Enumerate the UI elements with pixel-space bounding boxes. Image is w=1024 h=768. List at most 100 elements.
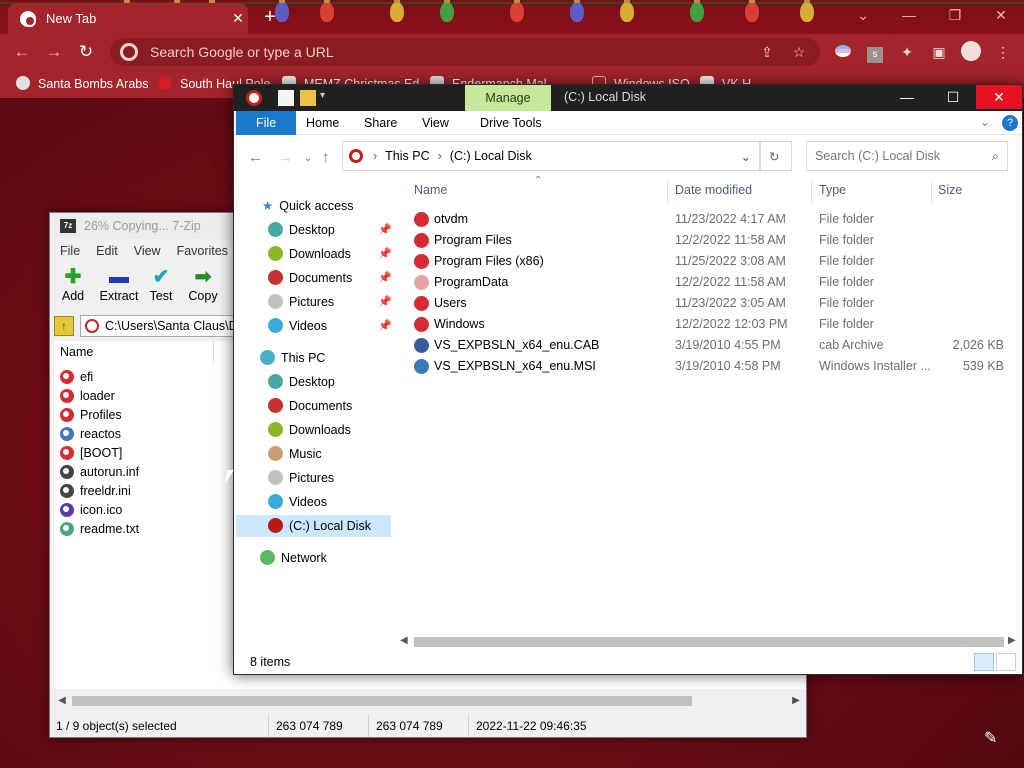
forward-icon[interactable]: → xyxy=(40,38,68,66)
breadcrumb-local-disk[interactable]: (C:) Local Disk xyxy=(450,149,532,163)
nav-item[interactable]: Desktop xyxy=(268,219,335,241)
ribbon-tab-view[interactable]: View xyxy=(408,111,463,135)
recent-locations-icon[interactable]: ⌄ xyxy=(304,153,312,164)
menu-favorites[interactable]: Favorites xyxy=(177,244,228,258)
tab-search-icon[interactable]: ⌄ xyxy=(840,0,886,30)
table-row[interactable]: Windows 12/2/2022 12:03 PM File folder xyxy=(412,314,1012,335)
bookmark-item[interactable]: Santa Bombs Arabs xyxy=(16,76,148,91)
table-row[interactable]: otvdm 11/23/2022 4:17 AM File folder xyxy=(412,209,1012,230)
list-item[interactable]: readme.txt xyxy=(60,519,139,538)
table-row[interactable]: VS_EXPBSLN_x64_enu.MSI 3/19/2010 4:58 PM W… xyxy=(412,356,1012,377)
ribbon-expand-icon[interactable]: ⌄ xyxy=(980,115,990,129)
nav-item[interactable]: Music xyxy=(268,443,322,465)
nav-item[interactable]: Documents xyxy=(268,395,352,417)
explorer-close-icon[interactable]: ✕ xyxy=(976,85,1022,109)
pencil-icon[interactable]: ✎ xyxy=(984,728,997,748)
new-folder-icon[interactable] xyxy=(300,90,316,106)
tab-new-tab[interactable]: New Tab ✕ xyxy=(8,3,248,34)
refresh-icon[interactable]: ↻ xyxy=(760,141,792,171)
column-header-size[interactable]: Size xyxy=(938,183,962,205)
explorer-maximize-icon[interactable]: ☐ xyxy=(930,85,976,109)
side-panel-icon[interactable]: ▣ xyxy=(928,41,950,63)
details-view-icon[interactable] xyxy=(974,653,994,671)
reload-icon[interactable]: ↻ xyxy=(72,38,100,66)
nav-item[interactable]: (C:) Local Disk xyxy=(236,515,391,537)
explorer-titlebar[interactable]: ▾ Manage (C:) Local Disk — ☐ ✕ xyxy=(234,85,1022,111)
extension-s-icon[interactable]: s xyxy=(864,41,886,63)
ribbon-tab-drive-tools[interactable]: Drive Tools xyxy=(466,111,556,135)
back-arrow-icon[interactable]: ← xyxy=(248,149,263,166)
extension-flag-icon[interactable] xyxy=(832,41,854,63)
close-button[interactable]: ✕ xyxy=(978,0,1024,30)
ribbon-tab-share[interactable]: Share xyxy=(350,111,411,135)
extensions-puzzle-icon[interactable]: ✦ xyxy=(896,41,918,63)
tab-close-icon[interactable]: ✕ xyxy=(228,10,248,27)
list-item[interactable]: freeldr.ini xyxy=(60,481,131,500)
ribbon-tab-file[interactable]: File xyxy=(236,111,297,135)
table-row[interactable]: Program Files (x86) 11/25/2022 3:08 AM Fil… xyxy=(412,251,1012,272)
explorer-hscrollbar[interactable]: ◀ ▶ xyxy=(400,635,1020,649)
minimize-button[interactable]: — xyxy=(886,0,932,30)
column-header-name[interactable]: Name xyxy=(414,183,447,205)
folder-up-icon[interactable]: ↑ xyxy=(54,316,74,336)
column-header-type[interactable]: Type xyxy=(819,183,846,205)
bookmark-star-icon[interactable]: ☆ xyxy=(788,44,810,61)
search-box[interactable]: Search (C:) Local Disk ⌕ xyxy=(806,141,1008,171)
address-dropdown-icon[interactable]: ⌄ xyxy=(741,149,751,164)
ribbon-tab-home[interactable]: Home xyxy=(292,111,353,135)
manage-tab[interactable]: Manage xyxy=(465,85,551,111)
omnibox[interactable]: Search Google or type a URL ⇪ ☆ xyxy=(110,38,820,66)
test-button[interactable]: ✔ Test xyxy=(138,265,184,309)
up-arrow-icon[interactable]: ↑ xyxy=(322,149,330,166)
menu-view[interactable]: View xyxy=(134,244,161,258)
large-icons-view-icon[interactable] xyxy=(996,653,1016,671)
nav-item[interactable]: Pictures xyxy=(268,291,334,313)
menu-edit[interactable]: Edit xyxy=(96,244,118,258)
nav-item[interactable]: Downloads xyxy=(268,419,351,441)
list-item[interactable]: loader xyxy=(60,386,115,405)
scroll-left-icon[interactable]: ◀ xyxy=(54,693,70,709)
nav-item[interactable]: Desktop xyxy=(268,371,335,393)
profile-avatar-icon[interactable] xyxy=(960,41,982,63)
nav-this-pc[interactable]: This PC xyxy=(260,347,325,369)
nav-item[interactable]: Pictures xyxy=(268,467,334,489)
forward-arrow-icon[interactable]: → xyxy=(278,149,293,166)
share-icon[interactable]: ⇪ xyxy=(756,44,778,61)
back-icon[interactable]: ← xyxy=(8,38,36,66)
nav-item[interactable]: Videos xyxy=(268,315,327,337)
breadcrumb-this-pc[interactable]: This PC xyxy=(385,149,429,163)
menu-file[interactable]: File xyxy=(60,244,80,258)
list-item[interactable]: reactos xyxy=(60,424,121,443)
scroll-thumb[interactable] xyxy=(414,637,1004,647)
nav-network[interactable]: Network xyxy=(260,547,327,569)
scroll-right-icon[interactable]: ▶ xyxy=(788,693,804,709)
properties-icon[interactable] xyxy=(278,90,294,106)
list-item[interactable]: Profiles xyxy=(60,405,122,424)
table-row[interactable]: Program Files 12/2/2022 11:58 AM File fold… xyxy=(412,230,1012,251)
table-row[interactable]: ProgramData 12/2/2022 11:58 AM File folder xyxy=(412,272,1012,293)
extract-button[interactable]: ▬ Extract xyxy=(94,265,144,309)
list-item[interactable]: autorun.inf xyxy=(60,462,139,481)
address-bar[interactable]: › This PC › (C:) Local Disk ⌄ xyxy=(342,141,760,171)
list-item[interactable]: icon.ico xyxy=(60,500,122,519)
new-tab-button[interactable]: + xyxy=(258,5,282,29)
qat-dropdown-icon[interactable]: ▾ xyxy=(320,90,336,106)
add-button[interactable]: ✚ Add xyxy=(50,265,96,309)
copy-button[interactable]: ➡ Copy xyxy=(180,265,226,309)
list-item[interactable]: [BOOT] xyxy=(60,443,122,462)
chrome-menu-icon[interactable]: ⋮ xyxy=(992,41,1014,63)
nav-item[interactable]: Documents xyxy=(268,267,352,289)
table-row[interactable]: VS_EXPBSLN_x64_enu.CAB 3/19/2010 4:55 PM c… xyxy=(412,335,1012,356)
column-header-date[interactable]: Date modified xyxy=(675,183,752,205)
nav-quick-access[interactable]: ★ Quick access xyxy=(262,195,354,217)
table-row[interactable]: Users 11/23/2022 3:05 AM File folder xyxy=(412,293,1012,314)
help-icon[interactable]: ? xyxy=(1002,115,1018,131)
scroll-thumb[interactable] xyxy=(72,696,692,706)
restore-button[interactable]: ❐ xyxy=(932,0,978,30)
sevenzip-hscrollbar[interactable]: ◀ ▶ xyxy=(54,693,806,709)
nav-item[interactable]: Videos xyxy=(268,491,327,513)
column-header-name[interactable]: Name xyxy=(54,341,214,363)
nav-item[interactable]: Downloads xyxy=(268,243,351,265)
explorer-minimize-icon[interactable]: — xyxy=(884,85,930,109)
list-item[interactable]: efi xyxy=(60,367,93,386)
